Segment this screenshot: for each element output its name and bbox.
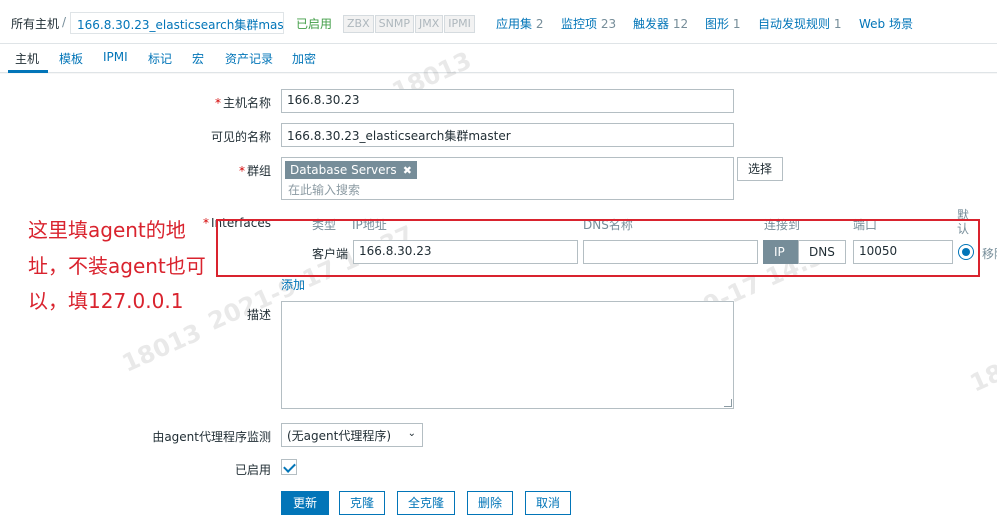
availability-snmp: SNMP xyxy=(374,15,414,33)
host-form: 18013 2021-9-17 14:37 18013 2021-9-17 14… xyxy=(0,46,997,531)
tab-host[interactable]: 主机 xyxy=(15,50,39,67)
tab-macros[interactable]: 宏 xyxy=(192,50,204,67)
watermark-text: 18 xyxy=(965,358,997,398)
clone-button[interactable]: 克隆 xyxy=(339,491,386,515)
group-chip: Database Servers ✖ xyxy=(285,161,417,179)
add-interface-link[interactable]: 添加 xyxy=(281,276,305,293)
hostname-label-text: 主机名称 xyxy=(222,96,271,110)
hostname-input[interactable]: 166.8.30.23 xyxy=(281,89,734,113)
host-edit-page: 所有主机 / 166.8.30.23_elasticsearch集群mas...… xyxy=(0,0,997,531)
resize-handle-icon[interactable] xyxy=(724,399,732,407)
description-label: 描述 xyxy=(246,308,271,322)
chevron-down-icon: ⌄ xyxy=(407,428,416,439)
hostname-label: * 主机名称 xyxy=(214,96,271,110)
proxy-label: 由agent代理程序监测 xyxy=(152,430,271,444)
visible-name-label: 可见的名称 xyxy=(210,130,271,144)
breadcrumb-separator: / xyxy=(62,15,67,29)
full-clone-button[interactable]: 全克隆 xyxy=(397,491,456,515)
availability-jmx: JMX xyxy=(414,15,444,33)
link-triggers-label: 触发器 xyxy=(633,17,670,31)
host-status-enabled[interactable]: 已启用 xyxy=(296,15,332,32)
link-applications-label: 应用集 xyxy=(496,17,533,31)
breadcrumb-current-host[interactable]: 166.8.30.23_elasticsearch集群mas... xyxy=(70,12,284,34)
groups-search-input[interactable]: 在此输入搜索 xyxy=(288,181,360,198)
link-triggers[interactable]: 触发器 12 xyxy=(633,15,688,32)
update-button[interactable]: 更新 xyxy=(281,491,330,515)
enabled-label: 已启用 xyxy=(234,463,271,477)
link-graphs-label: 图形 xyxy=(705,17,730,31)
breadcrumb-all-hosts[interactable]: 所有主机 xyxy=(11,15,59,32)
watermark-text: 18013 xyxy=(117,318,206,378)
host-form-tabs: 主机 模板 IPMI 标记 宏 资产记录 加密 xyxy=(0,44,997,73)
groups-label-text: 群组 xyxy=(246,164,271,178)
select-groups-button[interactable]: 选择 xyxy=(737,157,784,181)
groups-multiselect[interactable]: Database Servers ✖ 在此输入搜索 xyxy=(281,157,734,200)
link-items-label: 监控项 xyxy=(561,17,598,31)
chip-remove-icon[interactable]: ✖ xyxy=(403,164,412,177)
delete-button[interactable]: 删除 xyxy=(467,491,514,515)
tab-tags[interactable]: 标记 xyxy=(148,50,172,67)
remove-interface-link[interactable]: 移除 xyxy=(982,245,997,262)
tab-encryption[interactable]: 加密 xyxy=(292,50,316,67)
annotation-line-1: 这里填agent的地 xyxy=(28,218,186,242)
description-textarea[interactable] xyxy=(281,301,734,409)
link-graphs[interactable]: 图形 1 xyxy=(705,15,740,32)
link-discovery-rules[interactable]: 自动发现规则 1 xyxy=(758,15,841,32)
link-web-scenarios[interactable]: Web 场景 xyxy=(859,15,913,32)
availability-indicators: ZBX SNMP JMX IPMI xyxy=(343,15,476,33)
cancel-button[interactable]: 取消 xyxy=(525,491,572,515)
annotation-line-2: 址，不装agent也可 xyxy=(28,254,206,278)
link-discovery-label: 自动发现规则 xyxy=(758,17,831,31)
link-graphs-count: 1 xyxy=(732,17,741,31)
active-tab-indicator xyxy=(8,70,48,73)
host-navigation-bar: 所有主机 / 166.8.30.23_elasticsearch集群mas...… xyxy=(0,0,997,44)
groups-label: * 群组 xyxy=(238,164,271,178)
link-discovery-count: 1 xyxy=(833,17,842,31)
link-applications[interactable]: 应用集 2 xyxy=(496,15,543,32)
link-triggers-count: 12 xyxy=(672,17,689,31)
link-web-label: Web 场景 xyxy=(859,17,913,31)
enabled-checkbox[interactable] xyxy=(281,459,297,475)
tab-ipmi[interactable]: IPMI xyxy=(103,50,128,64)
proxy-select-value: (无agent代理程序) xyxy=(287,429,392,443)
annotation-highlight-box xyxy=(216,219,980,277)
annotation-line-3: 以，填127.0.0.1 xyxy=(28,289,184,313)
link-applications-count: 2 xyxy=(535,17,544,31)
tab-inventory[interactable]: 资产记录 xyxy=(225,50,273,67)
tab-templates[interactable]: 模板 xyxy=(59,50,83,67)
group-chip-label: Database Servers xyxy=(290,163,397,177)
proxy-select[interactable]: (无agent代理程序) ⌄ xyxy=(281,423,423,447)
link-items[interactable]: 监控项 23 xyxy=(561,15,616,32)
availability-ipmi: IPMI xyxy=(444,15,475,33)
link-items-count: 23 xyxy=(600,17,617,31)
availability-zbx: ZBX xyxy=(343,15,374,33)
visible-name-input[interactable]: 166.8.30.23_elasticsearch集群master xyxy=(281,123,734,147)
